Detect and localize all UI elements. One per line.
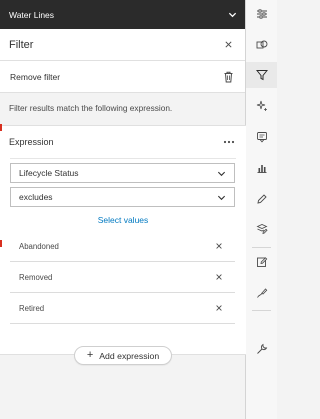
- filter-icon[interactable]: [246, 62, 277, 88]
- toolbar-divider: [252, 310, 271, 311]
- toolbar-divider: [252, 247, 271, 248]
- edit-icon[interactable]: [246, 249, 277, 275]
- value-label: Retired: [19, 303, 45, 313]
- shapes-icon[interactable]: [246, 32, 277, 58]
- wrench-icon[interactable]: [246, 336, 277, 362]
- filter-title: Filter: [9, 38, 34, 51]
- sparkle-icon[interactable]: [246, 93, 277, 119]
- close-icon[interactable]: [212, 301, 226, 315]
- popup-icon[interactable]: [246, 124, 277, 150]
- chevron-down-icon: [217, 193, 226, 202]
- expression-card: Expression Lifecycle Status excludes Sel…: [0, 125, 246, 355]
- add-expression-button[interactable]: + Add expression: [74, 346, 172, 365]
- more-options-icon[interactable]: [222, 135, 236, 149]
- operator-select[interactable]: excludes: [10, 187, 235, 207]
- filter-description: Filter results match the following expre…: [9, 102, 173, 113]
- value-label: Removed: [19, 272, 53, 282]
- close-icon[interactable]: [212, 270, 226, 284]
- draw-icon[interactable]: [246, 280, 277, 306]
- layer-title-bar[interactable]: Water Lines: [0, 0, 245, 29]
- expression-title: Expression: [9, 137, 54, 147]
- filter-header: Filter: [0, 29, 245, 61]
- list-item: Removed: [10, 262, 235, 293]
- chevron-down-icon: [217, 169, 226, 178]
- operator-select-value: excludes: [19, 192, 53, 202]
- plus-icon: +: [86, 349, 94, 361]
- value-label: Abandoned: [19, 241, 59, 251]
- field-select[interactable]: Lifecycle Status: [10, 163, 235, 183]
- sliders-icon[interactable]: [246, 1, 277, 27]
- select-values-link[interactable]: Select values: [0, 215, 246, 225]
- layer-title: Water Lines: [9, 9, 55, 20]
- edge-marker: [0, 240, 2, 247]
- trash-icon[interactable]: [221, 70, 235, 84]
- chevron-down-icon[interactable]: [227, 10, 237, 20]
- list-item: Retired: [10, 293, 235, 324]
- layers-edit-icon[interactable]: [246, 216, 277, 242]
- list-item: Abandoned: [10, 231, 235, 262]
- expression-header: Expression: [0, 126, 246, 158]
- expression-divider: [10, 158, 236, 159]
- layer-panel: Water Lines Filter Remove filter Filter …: [0, 0, 246, 419]
- remove-filter-row[interactable]: Remove filter: [0, 61, 245, 93]
- selected-values-list: Abandoned Removed Retired: [10, 231, 235, 324]
- right-toolbar: [246, 0, 277, 419]
- field-select-value: Lifecycle Status: [19, 168, 79, 178]
- edge-marker: [0, 124, 2, 131]
- remove-filter-label: Remove filter: [10, 71, 61, 82]
- close-icon[interactable]: [212, 239, 226, 253]
- add-expression-label: Add expression: [99, 350, 160, 361]
- close-icon[interactable]: [221, 38, 235, 52]
- pencil-icon[interactable]: [246, 186, 277, 212]
- chart-icon[interactable]: [246, 155, 277, 181]
